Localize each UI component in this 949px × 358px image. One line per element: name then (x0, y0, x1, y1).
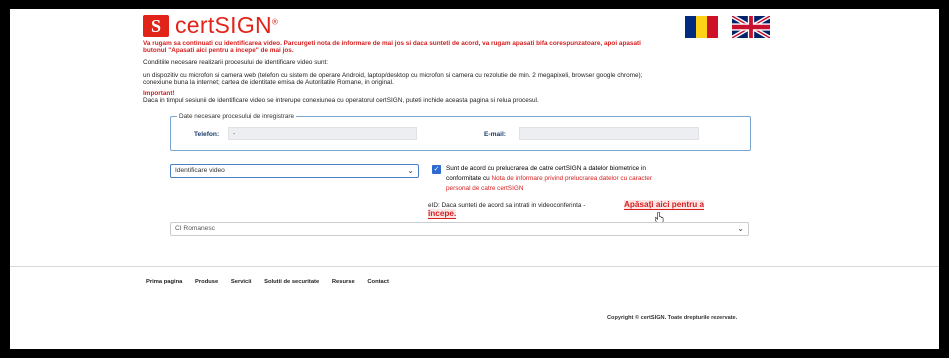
footer-nav: Prima pagina Produse Servicii Solutii de… (146, 279, 400, 285)
check-icon: ✓ (433, 166, 440, 173)
footer-divider (10, 266, 939, 267)
identification-method-select[interactable]: Identificare video ⌄ (170, 164, 419, 178)
start-video-link[interactable]: Apăsați aici pentru a (624, 200, 705, 210)
footer-link-security[interactable]: Solutii de securitate (264, 279, 319, 285)
chevron-down-icon: ⌄ (737, 224, 744, 233)
consent-line-2: conformitate cu Nota de informare privin… (446, 174, 652, 184)
consent-line-1: Sunt de acord cu prelucrarea de catre ce… (446, 165, 646, 172)
intro-line-2: butonul "Apasati aici pentru a incepe" d… (143, 47, 294, 54)
certsign-logo-text[interactable]: certSIGN® (175, 12, 278, 39)
fieldset-legend: Date necesare procesului de inregistrare (179, 113, 295, 120)
privacy-note-link-cont[interactable]: personal de catre certSIGN (446, 185, 523, 192)
copyright: Copyright © certSIGN. Toate drepturile r… (607, 315, 738, 321)
privacy-note-link[interactable]: Nota de informare privind prelucrarea da… (491, 175, 652, 182)
footer-link-resources[interactable]: Resurse (332, 279, 355, 285)
conditions-heading: Conditiile necesare realizarii procesulu… (143, 59, 329, 66)
browser-viewport: S certSIGN® Va rugam sa continuati cu id… (10, 9, 939, 349)
consent-prefix: conformitate cu (446, 175, 492, 182)
email-label: E-mail: (484, 131, 506, 138)
certsign-logo-icon: S (143, 15, 169, 37)
id-document-value: CI Romanesc (175, 225, 215, 232)
start-video-link-cont[interactable]: începe. (428, 209, 457, 219)
phone-field[interactable]: - (228, 127, 417, 140)
footer-link-services[interactable]: Servicii (231, 279, 252, 285)
consent-checkbox[interactable]: ✓ (432, 165, 441, 174)
email-field[interactable] (519, 127, 699, 140)
footer-link-products[interactable]: Produse (195, 279, 218, 285)
footer-link-home[interactable]: Prima pagina (146, 279, 182, 285)
uk-flag-icon[interactable] (732, 16, 770, 38)
identification-method-value: Identificare video (175, 167, 225, 174)
chevron-down-icon: ⌄ (407, 166, 414, 175)
phone-label: Telefon: (194, 131, 220, 138)
conditions-line-2: conexiune buna la internet; cartea de id… (143, 79, 394, 86)
eid-text: eID: Daca sunteti de acord sa intrati in… (428, 202, 586, 209)
romanian-flag-icon[interactable] (685, 16, 718, 38)
consent-line-3: personal de catre certSIGN (446, 184, 523, 194)
footer-link-contact[interactable]: Contact (367, 279, 389, 285)
id-document-select[interactable]: CI Romanesc ⌄ (170, 222, 749, 236)
important-text: Daca in timpul sesiunii de identificare … (143, 97, 539, 104)
